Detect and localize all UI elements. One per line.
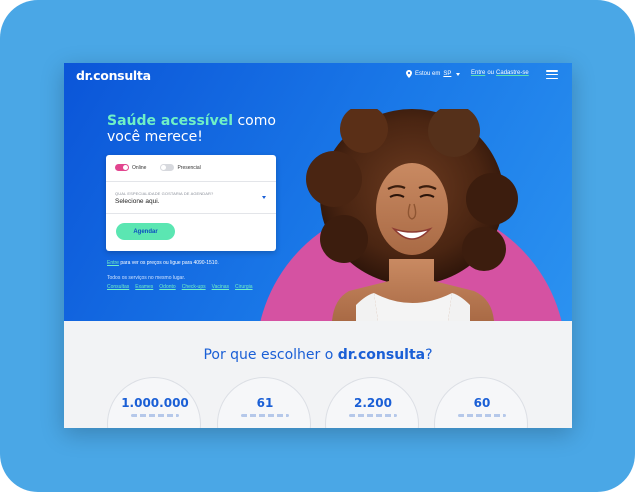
device-frame: dr.consulta Estou em SP Entre ou Cadastr…	[0, 0, 635, 492]
menu-bar	[546, 70, 558, 72]
menu-bar	[546, 77, 558, 79]
toggle-online-label: Online	[132, 164, 147, 171]
booking-card: Online Presencial QUAL ESPECIALIDADE GOS…	[106, 155, 276, 251]
toggle-presencial[interactable]: Presencial	[160, 164, 201, 171]
hamburger-menu-icon[interactable]	[546, 70, 558, 79]
price-note-text: para ver os preços ou ligue para 4090-15…	[118, 260, 219, 266]
stat-caption	[241, 414, 289, 417]
location-selector[interactable]: Estou em SP	[406, 70, 461, 78]
stat-caption	[131, 414, 179, 417]
website-screenshot: dr.consulta Estou em SP Entre ou Cadastr…	[64, 63, 572, 428]
online-switch[interactable]	[115, 164, 129, 171]
why-title-brand: dr.consulta	[337, 347, 426, 363]
stat-value: 2.200	[354, 396, 392, 410]
toggle-online[interactable]: Online	[115, 164, 146, 171]
service-link-exames[interactable]: Exames	[135, 284, 153, 290]
stat-circle: 60	[434, 377, 528, 428]
hero-section: dr.consulta Estou em SP Entre ou Cadastr…	[64, 63, 572, 321]
location-city: SP	[443, 71, 452, 77]
services-title: Todos os serviços no mesmo lugar.	[107, 275, 186, 281]
auth-or-text: ou	[487, 70, 495, 76]
specialty-label: QUAL ESPECIALIDADE GOSTARIA DE AGENDAR?	[115, 191, 214, 196]
stat-value: 61	[256, 396, 274, 410]
stat-caption	[458, 414, 506, 417]
chevron-down-icon[interactable]	[262, 196, 266, 199]
location-prefix: Estou em	[415, 71, 441, 77]
service-link-vacinas[interactable]: Vacinas	[212, 284, 229, 290]
toggle-presencial-label: Presencial	[177, 164, 201, 171]
headline-accent: Saúde acessível	[107, 113, 234, 129]
mode-toggle-row: Online Presencial	[115, 164, 201, 171]
agendar-button[interactable]: Agendar	[116, 223, 175, 240]
stat-value: 1.000.000	[121, 396, 189, 410]
login-link[interactable]: Entre	[471, 70, 485, 76]
stat-circle: 1.000.000	[107, 377, 201, 428]
services-links: Consultas Exames Odonto Check-ups Vacina…	[107, 284, 253, 290]
price-login-link[interactable]: Entre	[107, 260, 119, 266]
stat-caption	[349, 414, 397, 417]
service-link-odonto[interactable]: Odonto	[159, 284, 175, 290]
service-link-consultas[interactable]: Consultas	[107, 284, 129, 290]
price-note: Entre para ver os preços ou ligue para 4…	[107, 260, 219, 266]
hero-headline: Saúde acessível como você merece!	[107, 113, 287, 145]
service-link-checkups[interactable]: Check-ups	[182, 284, 206, 290]
card-divider	[106, 181, 276, 182]
caret-down-icon	[456, 72, 461, 76]
auth-links: Entre ou Cadastre-se	[471, 70, 529, 76]
presencial-switch[interactable]	[160, 164, 175, 171]
signup-link[interactable]: Cadastre-se	[496, 70, 529, 76]
stat-value: 60	[473, 396, 491, 410]
menu-bar	[546, 73, 558, 76]
location-pin-icon	[406, 70, 412, 78]
service-link-cirurgia[interactable]: Cirurgia	[235, 284, 253, 290]
why-title-suffix: ?	[425, 347, 433, 363]
stat-circle: 61	[217, 377, 311, 428]
why-choose-section: Por que escolher o dr.consulta? 1.000.00…	[64, 321, 572, 428]
stat-circle: 2.200	[325, 377, 419, 428]
specialty-select[interactable]: Selecione aqui.	[115, 198, 159, 205]
woman-photo	[306, 109, 518, 321]
why-title-prefix: Por que escolher o	[203, 347, 338, 363]
why-title: Por que escolher o dr.consulta?	[64, 347, 572, 363]
top-navigation: dr.consulta Estou em SP Entre ou Cadastr…	[64, 63, 572, 87]
brand-logo[interactable]: dr.consulta	[76, 68, 151, 83]
card-divider	[106, 213, 276, 214]
